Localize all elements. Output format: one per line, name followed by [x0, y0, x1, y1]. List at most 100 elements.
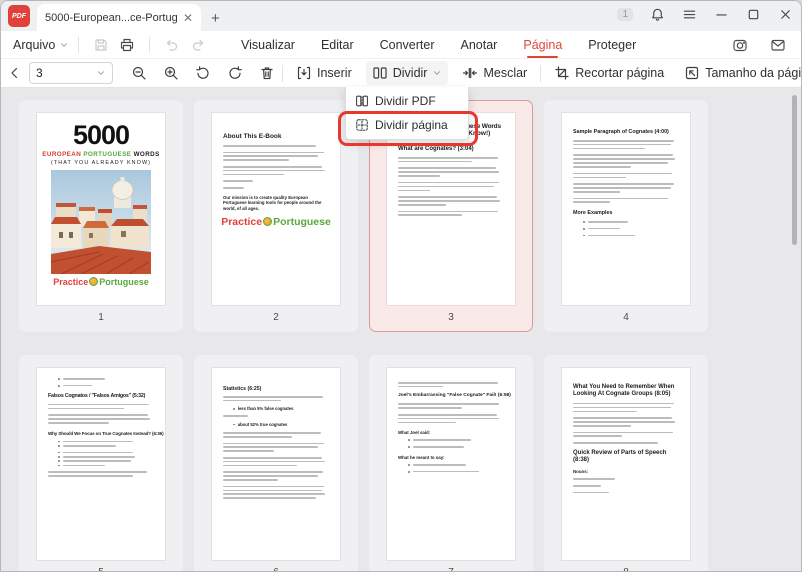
chevron-down-icon: [61, 42, 68, 47]
app-window: PDF 5000-European...ce-Portuguese ✕ + 1 …: [0, 0, 802, 572]
nav-pagina[interactable]: Página: [523, 34, 562, 58]
mesclar-button[interactable]: Mesclar: [456, 61, 533, 85]
file-menu-button[interactable]: Arquivo: [13, 38, 69, 52]
nav-editar[interactable]: Editar: [321, 34, 354, 56]
thumb-subheading: More Examples: [573, 209, 613, 216]
thumb-heading: Statistics (6:25): [223, 386, 262, 392]
page-preview-4: Sample Paragraph of Cognates (4:00) More…: [562, 113, 690, 305]
thumb-subheading: Quick Review of Parts of Speech (8:38): [573, 449, 667, 463]
file-menu-label: Arquivo: [13, 37, 56, 52]
mail-icon[interactable]: [770, 37, 786, 53]
titlebar: PDF 5000-European...ce-Portuguese ✕ + 1: [1, 1, 801, 31]
thumb-subheading: What are Cognates? (3:04): [398, 145, 474, 152]
practice-portuguese-logo: Practice Portuguese: [221, 215, 331, 228]
page-number-input[interactable]: [36, 66, 96, 80]
trash-icon[interactable]: [259, 65, 275, 81]
menu-icon[interactable]: [682, 7, 697, 22]
nav-anotar[interactable]: Anotar: [461, 34, 498, 56]
menubar: Arquivo Visualizar Editar Converter Anot…: [1, 31, 801, 59]
stat-bullet-1: less than 5% false cognates: [237, 406, 294, 412]
page-number: 5: [20, 567, 182, 571]
recortar-pagina-button[interactable]: Recortar página: [548, 61, 670, 85]
new-tab-button[interactable]: +: [211, 11, 220, 26]
zoom-in-icon[interactable]: [163, 65, 179, 81]
main-nav: Visualizar Editar Converter Anotar Págin…: [241, 34, 636, 58]
label-what-he-meant: What he meant to say:: [398, 454, 445, 460]
sun-icon: [89, 277, 99, 286]
split-page-icon: [356, 119, 368, 131]
page-preview-8: What You Need to Remember When Looking A…: [562, 368, 690, 560]
dividir-button[interactable]: Dividir: [365, 61, 449, 85]
menu-item-dividir-pdf[interactable]: Dividir PDF: [346, 89, 468, 113]
page-thumbnail-7[interactable]: Joel's Embarrassing "False Cognate" Fail…: [369, 355, 533, 571]
menu-item-label: Dividir PDF: [375, 94, 436, 108]
page-number: 1: [98, 312, 104, 323]
maximize-icon[interactable]: [746, 7, 761, 22]
page-number-box[interactable]: [29, 62, 113, 84]
close-icon[interactable]: [778, 7, 793, 22]
nav-visualizar[interactable]: Visualizar: [241, 34, 295, 56]
label-nouns: Nouns:: [573, 469, 589, 475]
thumb-heading: Falsos Cognatos / "Falsos Amigos" (5:32): [48, 392, 146, 399]
tab-title: 5000-European...ce-Portuguese: [45, 11, 177, 24]
save-icon[interactable]: [93, 37, 109, 53]
chevron-down-icon: [434, 71, 441, 75]
stat-bullet-2: about 52% true cognates: [237, 422, 288, 428]
undo-icon[interactable]: [164, 37, 180, 53]
rotate-left-icon[interactable]: [195, 65, 211, 81]
menu-item-dividir-pagina[interactable]: Dividir página: [346, 113, 468, 137]
rotate-right-icon[interactable]: [227, 65, 243, 81]
tamanho-pagina-button[interactable]: Tamanho da página: [678, 61, 801, 85]
page-thumbnail-4[interactable]: Sample Paragraph of Cognates (4:00) More…: [544, 100, 708, 332]
recortar-label: Recortar página: [575, 66, 665, 80]
mesclar-label: Mesclar: [483, 66, 528, 80]
cover-title: 5000: [72, 120, 130, 150]
page-thumbnail-6[interactable]: Statistics (6:25) less than 5% false cog…: [194, 355, 358, 571]
page-thumbnail-5[interactable]: Falsos Cognatos / "Falsos Amigos" (5:32)…: [19, 355, 183, 571]
cover-tagline: (THAT YOU ALREADY KNOW): [50, 159, 152, 166]
divider: [149, 36, 151, 53]
page-preview-7: Joel's Embarrassing "False Cognate" Fail…: [387, 368, 515, 560]
print-icon[interactable]: [119, 37, 135, 53]
thumb-heading: Joel's Embarrassing "False Cognate" Fail…: [398, 393, 511, 399]
thumb-heading: What You Need to Remember When Looking A…: [573, 384, 675, 397]
divider: [540, 64, 542, 82]
split-pdf-icon: [356, 95, 368, 107]
scrollbar[interactable]: [792, 95, 797, 245]
nav-proteger[interactable]: Proteger: [588, 34, 636, 56]
sun-icon: [263, 217, 273, 227]
split-icon: [373, 67, 387, 79]
thumbnail-panel: 5000 EUROPEAN PORTUGUESE WORDS (THAT YOU…: [1, 88, 801, 571]
page-size-icon: [686, 66, 699, 80]
label-what-joel-said: What Joel said:: [398, 430, 431, 436]
mission-text: Our mission is to create quality Europea…: [223, 194, 322, 212]
document-tab[interactable]: 5000-European...ce-Portuguese ✕: [37, 4, 201, 31]
toolbar: Inserir Dividir Mesclar Recortar página …: [1, 59, 801, 88]
menu-item-label: Dividir página: [375, 118, 448, 132]
page-thumbnail-8[interactable]: What You Need to Remember When Looking A…: [544, 355, 708, 571]
inserir-button[interactable]: Inserir: [290, 61, 358, 85]
chevron-down-icon[interactable]: [96, 68, 106, 78]
page-number: 3: [448, 312, 454, 323]
lisbon-photo: [50, 169, 151, 274]
tab-close-icon[interactable]: ✕: [183, 12, 193, 24]
page-thumbnail-1[interactable]: 5000 EUROPEAN PORTUGUESE WORDS (THAT YOU…: [19, 100, 183, 332]
divider: [282, 64, 283, 82]
thumb-heading: Sample Paragraph of Cognates (4:00): [573, 129, 669, 135]
merge-icon: [463, 67, 478, 79]
bell-icon[interactable]: [650, 7, 665, 22]
zoom-out-icon[interactable]: [131, 65, 147, 81]
pdf-app-logo-icon: PDF: [8, 5, 30, 27]
dividir-label: Dividir: [392, 66, 428, 80]
page-preview-6: Statistics (6:25) less than 5% false cog…: [212, 368, 340, 560]
back-chevron-icon[interactable]: [7, 65, 23, 81]
page-thumbnail-2[interactable]: About This E-Book Our mission is to crea…: [194, 100, 358, 332]
camera-icon[interactable]: [732, 37, 748, 53]
redo-icon[interactable]: [190, 37, 206, 53]
page-preview-2: About This E-Book Our mission is to crea…: [212, 113, 340, 305]
nav-converter[interactable]: Converter: [380, 34, 435, 56]
minimize-icon[interactable]: [714, 7, 729, 22]
cover-subtitle: EUROPEAN PORTUGUESE WORDS: [42, 151, 160, 158]
page-number: 6: [195, 567, 357, 571]
page-number: 4: [623, 312, 629, 323]
